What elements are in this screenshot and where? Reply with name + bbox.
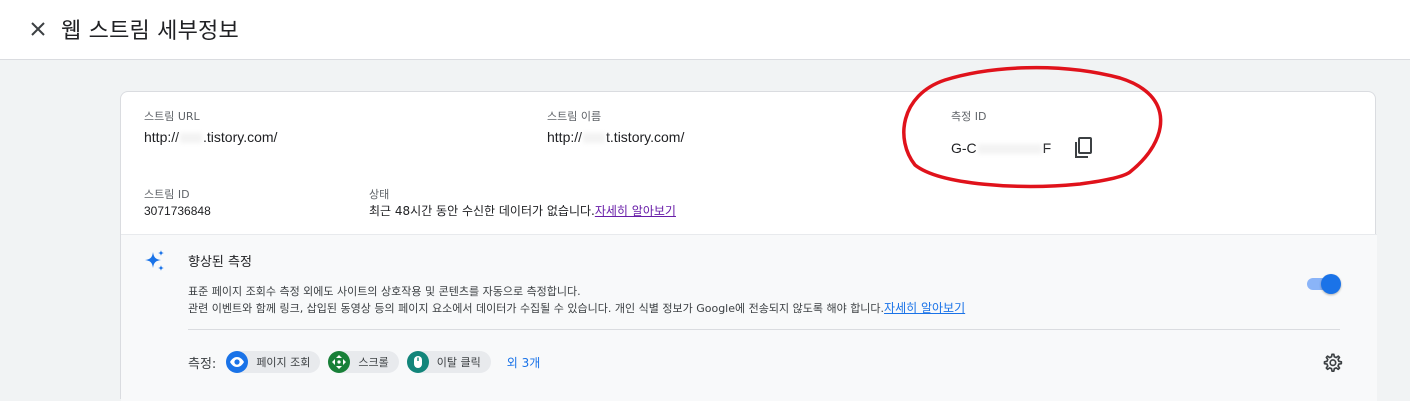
measurement-id-label: 측정 ID [951,110,987,123]
chip-outbound-click[interactable]: 이탈 클릭 [406,351,491,373]
sparkle-icon [143,249,167,273]
events-label: 측정: [188,356,217,372]
page-title: 웹 스트림 세부정보 [61,19,239,44]
measurement-id-suffix: F [1042,140,1052,156]
redacted-blur [180,133,203,144]
redacted-blur [977,144,1042,155]
stream-url-value[interactable]: http:// .tistory.com/ [144,129,277,145]
measurement-id-prefix: G-C [951,140,977,156]
redacted-blur [583,133,606,144]
stream-url-label: 스트림 URL [144,110,200,123]
stream-details-card: 스트림 URL http:// .tistory.com/ 스트림 이름 http… [120,91,1377,401]
stream-name-prefix: http:// [547,129,583,145]
stream-url-prefix: http:// [144,129,180,145]
status-label: 상태 [369,188,390,201]
stream-name-value: http:// t.tistory.com/ [547,129,684,145]
top-bar: 웹 스트림 세부정보 [0,0,1410,60]
measurement-id-value: G-C F [951,140,1051,156]
chip-page-view[interactable]: 페이지 조회 [226,351,321,373]
stream-name-suffix: t.tistory.com/ [606,129,685,145]
status-text: 최근 48시간 동안 수신한 데이터가 없습니다.자세히 알아보기 [369,202,676,219]
close-icon[interactable] [26,17,50,41]
more-events-link[interactable]: 외 3개 [507,354,541,371]
status-message: 최근 48시간 동안 수신한 데이터가 없습니다. [369,204,595,218]
chip-label: 페이지 조회 [256,356,311,369]
status-learn-more-link[interactable]: 자세히 알아보기 [595,204,676,218]
enhanced-measurement-description: 표준 페이지 조회수 측정 외에도 사이트의 상호작용 및 콘텐츠를 자동으로 … [188,283,965,317]
eye-icon [226,351,249,373]
copy-icon[interactable] [1073,136,1095,160]
measured-events-row: 측정: 페이지 조회 스크롤 이탈 클릭 외 3개 [188,350,540,374]
scroll-arrows-icon [328,351,351,373]
enhanced-measurement-section: 향상된 측정 표준 페이지 조회수 측정 외에도 사이트의 상호작용 및 콘텐츠… [121,234,1377,401]
mouse-icon [406,351,429,373]
description-line-2: 관련 이벤트와 함께 링크, 삽입된 동영상 등의 페이지 요소에서 데이터가 … [188,300,965,317]
description-line-1: 표준 페이지 조회수 측정 외에도 사이트의 상호작용 및 콘텐츠를 자동으로 … [188,285,581,298]
stream-name-label: 스트림 이름 [547,110,602,123]
chip-scroll[interactable]: 스크롤 [328,351,399,373]
stream-id-label: 스트림 ID [144,188,190,201]
description-line-2-text: 관련 이벤트와 함께 링크, 삽입된 동영상 등의 페이지 요소에서 데이터가 … [188,302,885,315]
chip-label: 스크롤 [358,356,389,369]
enhanced-learn-more-link[interactable]: 자세히 알아보기 [884,301,965,315]
toggle-knob [1321,274,1341,294]
enhanced-measurement-title: 향상된 측정 [188,255,252,270]
chip-label: 이탈 클릭 [436,356,481,369]
enhanced-measurement-toggle[interactable] [1305,272,1341,296]
gear-icon[interactable] [1321,352,1343,374]
divider [188,329,1340,330]
stream-url-suffix: .tistory.com/ [203,129,278,145]
stream-id-value: 3071736848 [144,204,211,218]
